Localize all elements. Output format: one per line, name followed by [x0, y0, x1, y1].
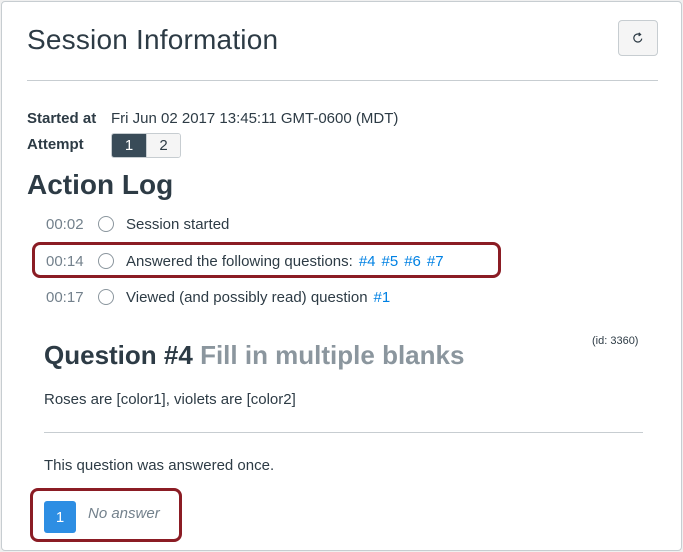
question-link-4[interactable]: #4 [359, 253, 376, 270]
log-entry-time: 00:02 [46, 215, 84, 233]
attempt-selector: 1 2 [111, 133, 181, 158]
answer-badge[interactable]: 1 [44, 501, 76, 533]
question-link-5[interactable]: #5 [382, 253, 399, 270]
log-entry-time: 00:14 [46, 252, 84, 270]
attempt-label: Attempt [27, 136, 84, 153]
started-at-label: Started at [27, 110, 97, 127]
timeline-circle-icon [98, 253, 114, 269]
no-answer-text: No answer [88, 505, 160, 522]
log-entry: 00:14 Answered the following questions: … [46, 250, 444, 272]
log-entry-text: Answered the following questions: [126, 252, 353, 270]
question-divider [44, 432, 643, 433]
question-link-1[interactable]: #1 [374, 289, 391, 306]
question-title: Question #4 Fill in multiple blanks [44, 340, 464, 371]
log-entry: 00:17 Viewed (and possibly read) questio… [46, 286, 390, 308]
action-log-title: Action Log [27, 169, 174, 200]
question-link-7[interactable]: #7 [427, 253, 444, 270]
log-entry-time: 00:17 [46, 288, 84, 306]
timeline-circle-icon [98, 289, 114, 305]
started-at-value: Fri Jun 02 2017 13:45:11 GMT-0600 (MDT) [111, 110, 399, 127]
question-type: Fill in multiple blanks [200, 340, 465, 370]
question-link-6[interactable]: #6 [404, 253, 421, 270]
refresh-icon [633, 32, 643, 43]
timeline-circle-icon [98, 216, 114, 232]
question-number: Question #4 [44, 340, 193, 370]
attempt-button-2[interactable]: 2 [146, 134, 180, 157]
answered-count-text: This question was answered once. [44, 457, 275, 474]
session-information-panel: Session Information Started at Fri Jun 0… [1, 1, 682, 551]
attempt-button-1[interactable]: 1 [112, 134, 146, 157]
log-entry-text: Viewed (and possibly read) question [126, 288, 368, 306]
header-divider [27, 80, 658, 81]
log-entry-text: Session started [126, 215, 230, 233]
page-title: Session Information [27, 24, 279, 55]
refresh-button[interactable] [618, 20, 658, 56]
log-entry: 00:02 Session started [46, 213, 229, 235]
question-id: (id: 3360) [592, 335, 639, 347]
question-body: Roses are [color1], violets are [color2] [44, 391, 296, 408]
